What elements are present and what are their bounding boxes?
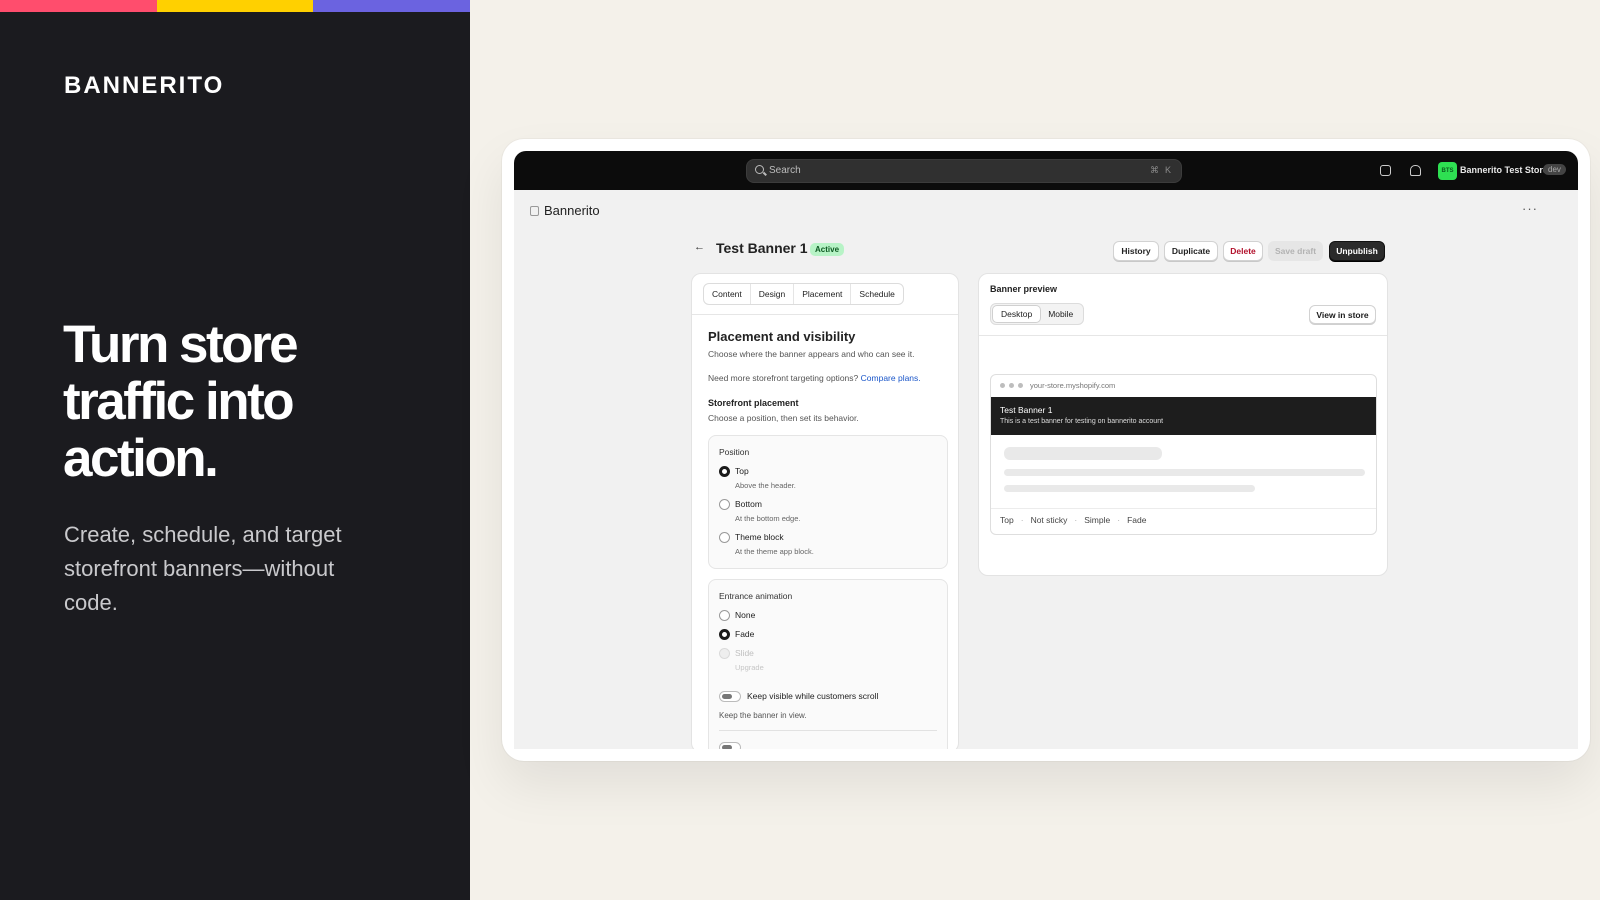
divider bbox=[979, 335, 1387, 336]
brand-logo: BANNERITO bbox=[64, 72, 225, 99]
unpublish-button[interactable]: Unpublish bbox=[1329, 241, 1385, 261]
radio-label-fade: Fade bbox=[735, 629, 755, 639]
app-header: Bannerito ··· bbox=[514, 190, 1578, 232]
env-badge: dev bbox=[1543, 164, 1566, 175]
skeleton-line bbox=[1004, 485, 1255, 492]
save-draft-button[interactable]: Save draft bbox=[1268, 241, 1323, 261]
radio-label-slide: Slide bbox=[735, 648, 754, 658]
history-button[interactable]: History bbox=[1113, 241, 1159, 261]
radio-label-theme-block: Theme block bbox=[735, 532, 784, 542]
browser-dots-icon bbox=[1000, 383, 1023, 388]
tab-design[interactable]: Design bbox=[751, 284, 795, 304]
divider bbox=[692, 314, 958, 315]
store-icon[interactable] bbox=[1380, 165, 1391, 176]
radio-position-top[interactable] bbox=[719, 466, 730, 477]
preview-card: Banner preview Desktop Mobile View in st… bbox=[978, 273, 1388, 576]
section-description: Choose where the banner appears and who … bbox=[708, 349, 915, 359]
summary-style: Simple bbox=[1084, 515, 1111, 525]
summary-separator: · bbox=[1117, 515, 1121, 525]
radio-hint-bottom: At the bottom edge. bbox=[735, 514, 801, 523]
app-title: Bannerito bbox=[544, 203, 600, 218]
accent-stripe-pink bbox=[0, 0, 157, 12]
skeleton-line bbox=[1004, 469, 1365, 476]
tab-content[interactable]: Content bbox=[704, 284, 751, 304]
search-placeholder: Search bbox=[769, 165, 801, 176]
upsell-text: Need more storefront targeting options? bbox=[708, 373, 859, 383]
hero-subheadline: Create, schedule, and target storefront … bbox=[64, 522, 342, 615]
radio-label-top: Top bbox=[735, 466, 749, 476]
delete-button[interactable]: Delete bbox=[1223, 241, 1263, 261]
store-name[interactable]: Bannerito Test Store bbox=[1460, 165, 1548, 175]
status-badge: Active bbox=[810, 243, 845, 256]
section-title: Placement and visibility bbox=[708, 329, 856, 344]
upgrade-hint: Upgrade bbox=[735, 663, 764, 672]
divider bbox=[991, 508, 1376, 509]
bell-icon[interactable] bbox=[1410, 165, 1421, 176]
sticky-toggle[interactable] bbox=[719, 691, 741, 702]
storefront-placement-title: Storefront placement bbox=[708, 398, 799, 408]
duplicate-button[interactable]: Duplicate bbox=[1164, 241, 1218, 261]
app-icon bbox=[530, 206, 539, 216]
preview-summary: Top · Not sticky · Simple · Fade bbox=[1000, 515, 1146, 525]
page-title: Test Banner 1 bbox=[716, 240, 808, 256]
storefront-placement-desc: Choose a position, then set its behavior… bbox=[708, 413, 859, 423]
editor-card: Content Design Placement Schedule Placem… bbox=[691, 273, 959, 749]
skeleton-line bbox=[1004, 447, 1162, 460]
banner-body: This is a test banner for testing on ban… bbox=[1000, 418, 1164, 425]
desktop-mode-button[interactable]: Desktop bbox=[993, 306, 1041, 322]
summary-separator: · bbox=[1020, 515, 1024, 525]
mobile-mode-button[interactable]: Mobile bbox=[1040, 306, 1081, 322]
marketing-panel: BANNERITO Turn store traffic into action… bbox=[0, 0, 470, 900]
radio-hint-theme-block: At the theme app block. bbox=[735, 547, 814, 556]
next-toggle[interactable] bbox=[719, 742, 741, 749]
radio-label-bottom: Bottom bbox=[735, 499, 762, 509]
tab-schedule[interactable]: Schedule bbox=[851, 284, 902, 304]
animation-label: Entrance animation bbox=[719, 591, 793, 601]
radio-animation-fade[interactable] bbox=[719, 629, 730, 640]
sticky-toggle-hint: Keep the banner in view. bbox=[719, 711, 807, 720]
accent-stripe-yellow bbox=[157, 0, 313, 12]
mock-url: your-store.myshopify.com bbox=[1030, 381, 1116, 390]
avatar[interactable]: BTS bbox=[1438, 162, 1457, 180]
device-frame: Search ⌘ K BTS Bannerito Test Store dev … bbox=[502, 139, 1590, 761]
storefront-mockup: your-store.myshopify.com Test Banner 1 T… bbox=[990, 374, 1377, 535]
tab-placement[interactable]: Placement bbox=[794, 284, 852, 304]
banner-title: Test Banner 1 bbox=[1000, 405, 1053, 415]
banner-preview: Test Banner 1 This is a test banner for … bbox=[991, 397, 1376, 435]
admin-screen: Search ⌘ K BTS Bannerito Test Store dev … bbox=[514, 151, 1578, 749]
view-in-store-button[interactable]: View in store bbox=[1309, 305, 1376, 324]
preview-title: Banner preview bbox=[990, 284, 1058, 294]
radio-animation-none[interactable] bbox=[719, 610, 730, 621]
shortcut-cmd: ⌘ bbox=[1150, 165, 1159, 175]
radio-label-none: None bbox=[735, 610, 756, 620]
admin-topbar: Search ⌘ K BTS Bannerito Test Store dev bbox=[514, 151, 1578, 190]
radio-animation-slide bbox=[719, 648, 730, 659]
radio-position-bottom[interactable] bbox=[719, 499, 730, 510]
summary-sticky: Not sticky bbox=[1030, 515, 1068, 525]
sticky-toggle-label: Keep visible while customers scroll bbox=[747, 691, 879, 701]
radio-position-theme-block[interactable] bbox=[719, 532, 730, 543]
back-button[interactable]: ← bbox=[694, 241, 705, 253]
divider bbox=[719, 730, 937, 731]
summary-animation: Fade bbox=[1127, 515, 1147, 525]
hero-headline: Turn store traffic into action. bbox=[63, 315, 299, 488]
position-label: Position bbox=[719, 447, 750, 457]
animation-group: Entrance animation None Fade Slide Upgra… bbox=[708, 579, 948, 749]
more-actions-icon[interactable]: ··· bbox=[1522, 201, 1538, 216]
search-input[interactable]: Search ⌘ K bbox=[746, 159, 1182, 183]
search-icon bbox=[755, 165, 764, 174]
preview-mode-toggle: Desktop Mobile bbox=[990, 303, 1085, 325]
position-group: Position Top Above the header. Bottom At… bbox=[708, 435, 948, 569]
compare-plans-link[interactable]: Compare plans. bbox=[861, 373, 921, 383]
upsell-line: Need more storefront targeting options? … bbox=[708, 373, 921, 383]
radio-hint-top: Above the header. bbox=[735, 481, 796, 490]
shortcut-key: K bbox=[1165, 165, 1172, 175]
editor-tabs: Content Design Placement Schedule bbox=[703, 283, 904, 305]
accent-stripe-purple bbox=[313, 0, 470, 12]
summary-position: Top bbox=[1000, 515, 1014, 525]
summary-separator: · bbox=[1074, 515, 1078, 525]
